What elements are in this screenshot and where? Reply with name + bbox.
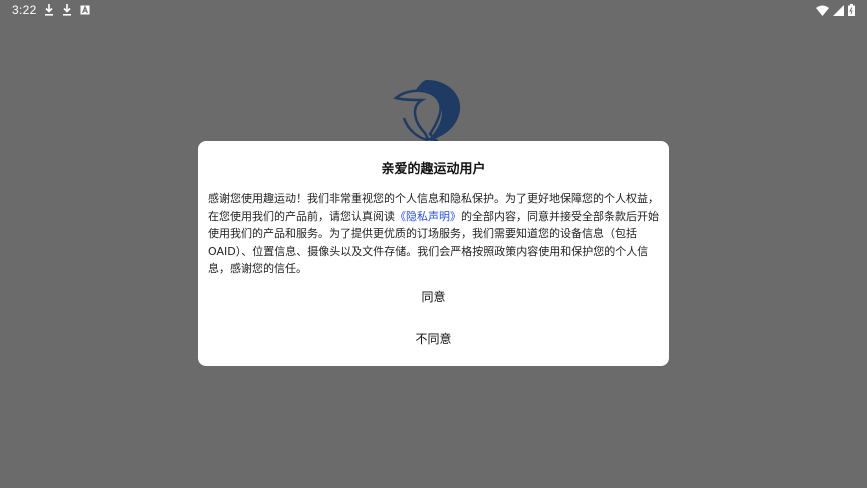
- a-box-icon: [80, 4, 90, 16]
- status-bar: 3:22: [0, 0, 867, 22]
- agree-button[interactable]: 同意: [198, 285, 669, 309]
- download-icon: [62, 4, 72, 16]
- dialog-title: 亲爱的趣运动用户: [381, 162, 486, 177]
- disagree-button[interactable]: 不同意: [198, 327, 669, 351]
- status-system-icons: [816, 4, 855, 19]
- battery-icon: [848, 4, 855, 19]
- status-notification-icons: [44, 4, 90, 16]
- privacy-dialog: 亲爱的趣运动用户 感谢您使用趣运动！我们非常重视您的个人信息和隐私保护。为了更好…: [198, 141, 669, 366]
- dialog-body-text: 感谢您使用趣运动！我们非常重视您的个人信息和隐私保护。为了更好地保障您的个人权益…: [208, 190, 659, 278]
- dolphin-logo-icon: [392, 78, 464, 144]
- download-icon: [44, 4, 54, 16]
- signal-icon: [833, 4, 844, 19]
- privacy-statement-link[interactable]: 《隐私声明》: [395, 210, 461, 223]
- status-time: 3:22: [12, 3, 37, 17]
- wifi-icon: [816, 5, 829, 19]
